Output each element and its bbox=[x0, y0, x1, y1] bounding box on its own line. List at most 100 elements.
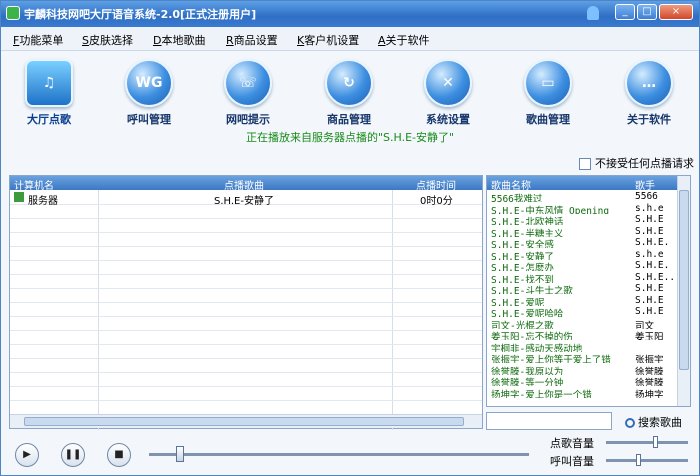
scrollbar-thumb[interactable] bbox=[24, 417, 464, 426]
song-name: 姜玉阳-忘不掉的伤 bbox=[491, 332, 573, 340]
menu-about[interactable]: A关于软件 bbox=[378, 32, 430, 48]
tool-label: 系统设置 bbox=[426, 113, 470, 126]
song-name: S.H.E-安全感 bbox=[491, 240, 554, 248]
song-row[interactable]: 徐誉滕-我原以为 徐誉滕 bbox=[489, 364, 675, 375]
vertical-scrollbar[interactable] bbox=[677, 176, 690, 406]
tool-label: 大厅点歌 bbox=[27, 113, 71, 126]
song-name: 宇桐非-感动天感动地 bbox=[491, 343, 583, 352]
song-row[interactable]: S.H.E-爱呢 S.H.E bbox=[489, 295, 675, 306]
request-table: 计算机名 点播歌曲 点播时间 服务器 S.H.E-安静了 0时0分 bbox=[9, 175, 483, 430]
song-singer: S.H.E bbox=[635, 225, 664, 237]
song-singer: 姜玉阳 bbox=[635, 332, 664, 340]
song-singer: S.H.E bbox=[635, 294, 664, 306]
column-header-computer[interactable]: 计算机名 bbox=[14, 177, 54, 192]
song-row[interactable]: S.H.E-斗牛士之歌 S.H.E bbox=[489, 283, 675, 294]
song-singer: s.h.e bbox=[635, 202, 664, 214]
help-icon[interactable] bbox=[587, 6, 599, 20]
menu-skin[interactable]: S皮肤选择 bbox=[82, 32, 133, 48]
song-singer: S.H.E bbox=[635, 283, 664, 294]
song-name: 司文-光棍之歌 bbox=[491, 320, 554, 329]
scrollbar-thumb[interactable] bbox=[679, 190, 689, 370]
pause-button[interactable]: ❚❚ bbox=[61, 443, 85, 467]
song-row[interactable]: S.H.E-北欧神话 S.H.E bbox=[489, 214, 675, 225]
checkbox-box[interactable] bbox=[579, 158, 591, 170]
tool-label: 关于软件 bbox=[627, 113, 671, 126]
song-name: S.H.E-爱呢哈哈 bbox=[491, 309, 564, 317]
menu-client-settings[interactable]: K客户机设置 bbox=[297, 32, 359, 48]
song-search-input[interactable] bbox=[486, 412, 612, 430]
song-row[interactable]: 5566我难过 5566 bbox=[489, 191, 675, 202]
maximize-button[interactable]: □ bbox=[637, 4, 657, 20]
request-table-header: 计算机名 点播歌曲 点播时间 bbox=[10, 176, 482, 192]
song-row[interactable]: S.H.E-爱呢哈哈 S.H.E bbox=[489, 306, 675, 317]
minimize-button[interactable]: _ bbox=[615, 4, 635, 20]
song-row[interactable]: S.H.E-安静了 s.h.e bbox=[489, 249, 675, 260]
song-name: 扬坤字-爱上你是一个错 bbox=[491, 389, 592, 398]
progress-knob[interactable] bbox=[175, 446, 184, 462]
column-header-time[interactable]: 点播时间 bbox=[416, 177, 456, 192]
call-volume-knob[interactable] bbox=[635, 454, 641, 466]
system-settings-button[interactable]: ✕ 系统设置 bbox=[413, 59, 483, 127]
song-row[interactable]: 扬坤字-爱上你是一个错 扬坤字 bbox=[489, 387, 675, 398]
song-management-button[interactable]: ▭ 歌曲管理 bbox=[513, 59, 583, 127]
call-volume-slider[interactable] bbox=[606, 454, 688, 466]
cafe-notice-button[interactable]: ☏ 网吧提示 bbox=[213, 59, 283, 127]
column-header-singer[interactable]: 歌手 bbox=[635, 177, 655, 192]
song-row[interactable]: S.H.E-怎麽办 S.H.E. bbox=[489, 260, 675, 271]
refresh-arrow-icon: ↻ bbox=[325, 59, 373, 107]
song-volume-slider[interactable] bbox=[606, 436, 688, 448]
now-playing-status: 正在播放来自服务器点播的"S.H.E-安静了" bbox=[245, 131, 455, 144]
column-header-song-name[interactable]: 歌曲名称 bbox=[491, 177, 531, 192]
goods-management-button[interactable]: ↻ 商品管理 bbox=[314, 59, 384, 127]
song-name: 5566我难过 bbox=[491, 194, 543, 202]
call-volume-label: 呼叫音量 bbox=[550, 455, 594, 468]
song-list-header: 歌曲名称 歌手 bbox=[487, 176, 690, 192]
song-singer: S.H.E. bbox=[635, 260, 670, 271]
song-row[interactable]: 徐誉滕-等一分钟 徐誉滕 bbox=[489, 375, 675, 386]
main-window: 宇麟科技网吧大厅语音系统-2.0[正式注册用户] _ □ × F功能菜单 S皮肤… bbox=[0, 0, 700, 476]
hall-song-request-button[interactable]: ♫ 大厅点歌 bbox=[14, 59, 84, 127]
song-row[interactable]: S.H.E-中东风情 Opening s.h.e bbox=[489, 203, 675, 214]
song-singer: 司文 bbox=[635, 320, 655, 329]
song-volume-label: 点歌音量 bbox=[550, 437, 594, 450]
table-row[interactable]: 服务器 S.H.E-安静了 0时0分 bbox=[10, 191, 482, 207]
about-software-button[interactable]: … 关于软件 bbox=[614, 59, 684, 127]
song-singer: S.H.E bbox=[635, 214, 664, 225]
song-name: 徐誉滕-我原以为 bbox=[491, 366, 564, 375]
stop-button[interactable]: ■ bbox=[107, 443, 131, 467]
column-header-song[interactable]: 点播歌曲 bbox=[224, 177, 264, 192]
song-row[interactable]: S.H.E-找不到 S.H.E... bbox=[489, 272, 675, 283]
menu-goods-settings[interactable]: R商品设置 bbox=[226, 32, 278, 48]
menu-local-songs[interactable]: D本地歌曲 bbox=[153, 32, 205, 48]
song-row[interactable]: S.H.E-半糖主义 S.H.E bbox=[489, 226, 675, 237]
playback-progress-slider[interactable] bbox=[149, 446, 529, 462]
menu-bar: F功能菜单 S皮肤选择 D本地歌曲 R商品设置 K客户机设置 A关于软件 bbox=[1, 27, 699, 51]
search-icon bbox=[625, 418, 635, 428]
song-name: S.H.E-斗牛士之歌 bbox=[491, 286, 573, 294]
horizontal-scrollbar[interactable] bbox=[10, 414, 482, 428]
song-list-table: 歌曲名称 歌手 5566我难过 5566 S.H.E-中东风情 Opening s.h… bbox=[486, 175, 691, 407]
reject-label: 不接受任何点播请求 bbox=[595, 157, 694, 170]
play-button[interactable]: ▶ bbox=[15, 443, 39, 467]
tool-label: 呼叫管理 bbox=[127, 113, 171, 126]
song-volume-knob[interactable] bbox=[652, 436, 658, 448]
song-row[interactable]: 宇桐非-感动天感动地 bbox=[489, 341, 675, 352]
song-row[interactable]: 司文-光棍之歌 司文 bbox=[489, 318, 675, 329]
search-song-button[interactable]: 搜索歌曲 bbox=[625, 414, 682, 430]
reject-requests-checkbox[interactable]: 不接受任何点播请求 bbox=[579, 155, 694, 171]
chat-bubble-icon: … bbox=[625, 59, 673, 107]
monitor-icon: ▭ bbox=[524, 59, 572, 107]
song-row[interactable]: 姜玉阳-忘不掉的伤 姜玉阳 bbox=[489, 329, 675, 340]
song-singer: S.H.E bbox=[635, 306, 664, 317]
song-singer: S.H.E... bbox=[635, 271, 675, 283]
close-button[interactable]: × bbox=[659, 4, 693, 20]
menu-function[interactable]: F功能菜单 bbox=[13, 32, 63, 48]
song-singer: S.H.E. bbox=[635, 237, 670, 248]
tools-icon: ✕ bbox=[424, 59, 472, 107]
call-management-button[interactable]: WG 呼叫管理 bbox=[114, 59, 184, 127]
song-row[interactable]: 张振宇-爱上你等于爱上了错 张振宇 bbox=[489, 352, 675, 363]
song-row[interactable]: S.H.E-安全感 S.H.E. bbox=[489, 237, 675, 248]
song-name: S.H.E-北欧神话 bbox=[491, 217, 564, 225]
tool-label: 网吧提示 bbox=[226, 113, 270, 126]
song-name: 徐誉滕-等一分钟 bbox=[491, 378, 564, 386]
